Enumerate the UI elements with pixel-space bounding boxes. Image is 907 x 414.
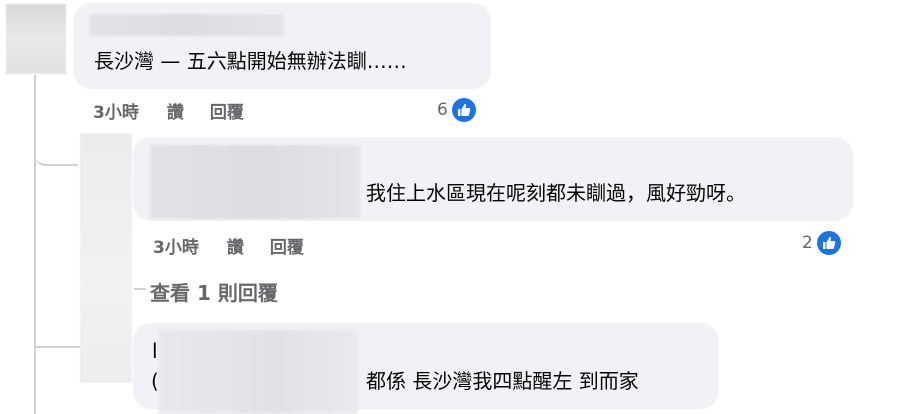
comment-actions: 3小時 讚 回覆 — [153, 233, 304, 258]
comment-text: 我住上水區現在呢刻都未瞓過，風好勁呀。 — [366, 181, 746, 205]
reaction-summary[interactable]: 2 — [802, 229, 843, 257]
thumbs-up-icon — [814, 229, 843, 257]
reply-action-button[interactable]: 回覆 — [210, 98, 244, 123]
commenter-name[interactable] — [150, 145, 360, 219]
stray-char: l — [152, 339, 158, 363]
commenter-name[interactable] — [90, 14, 284, 36]
thread-line-main — [34, 75, 36, 414]
thread-connector-view-replies — [134, 288, 146, 290]
avatar[interactable] — [80, 133, 132, 383]
view-more-replies-link[interactable]: 查看 1 則回覆 — [150, 277, 278, 306]
comment-actions: 3小時 讚 回覆 — [93, 98, 244, 123]
like-action-button[interactable]: 讚 — [227, 233, 244, 258]
reply-action-button[interactable]: 回覆 — [270, 233, 304, 258]
avatar[interactable] — [6, 4, 66, 74]
reaction-count: 6 — [437, 100, 448, 120]
comment-text: 都係 長沙灣我四點醒左 到而家 — [366, 369, 639, 393]
thread-connector-reply-2 — [36, 346, 80, 348]
thumbs-up-icon — [449, 96, 478, 124]
timestamp[interactable]: 3小時 — [153, 233, 199, 258]
reaction-summary[interactable]: 6 — [437, 96, 478, 124]
thread-connector-reply-1 — [34, 140, 78, 166]
reaction-count: 2 — [802, 233, 813, 253]
comment-text: 長沙灣 — 五六點開始無辦法瞓…… — [94, 49, 407, 73]
like-action-button[interactable]: 讚 — [167, 98, 184, 123]
timestamp[interactable]: 3小時 — [93, 98, 139, 123]
commenter-name[interactable] — [158, 330, 358, 414]
